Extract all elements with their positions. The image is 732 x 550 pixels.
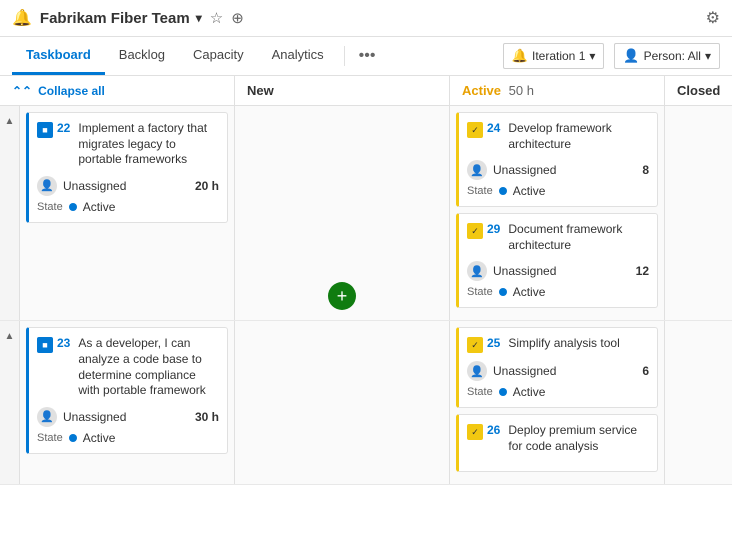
story-card-23[interactable]: ■ 23 As a developer, I can analyze a cod… xyxy=(26,327,228,453)
nav-right: 🔔 Iteration 1 ▾ 👤 Person: All ▾ xyxy=(503,43,720,69)
task-card-26[interactable]: ✓ 26 Deploy premium service for code ana… xyxy=(456,414,658,471)
card-hours: 30 h xyxy=(195,410,219,424)
assignee-label: Unassigned xyxy=(63,179,126,193)
avatar: 👤 xyxy=(467,361,487,381)
nav-analytics[interactable]: Analytics xyxy=(258,37,338,75)
settings-icon[interactable]: ⚙ xyxy=(706,8,720,28)
board-row: ▲ ■ 22 Implement a factory that migrates… xyxy=(0,106,732,321)
state-dot xyxy=(69,203,77,211)
person-chevron-icon: ▾ xyxy=(705,49,711,63)
state-label: State xyxy=(467,386,493,398)
row-toggle-2[interactable]: ▲ xyxy=(0,321,20,483)
card-id: 22 xyxy=(57,121,70,135)
state-dot xyxy=(499,388,507,396)
iteration-chevron-icon: ▾ xyxy=(589,49,595,63)
card-hours: 20 h xyxy=(195,179,219,193)
card-title: Simplify analysis tool xyxy=(508,336,619,352)
active-cell-2: ✓ 25 Simplify analysis tool 👤 Unassigned… xyxy=(450,321,665,483)
board-rows-wrapper: ▲ ■ 22 Implement a factory that migrates… xyxy=(0,106,732,485)
task-icon: ✓ xyxy=(467,337,483,353)
state-text: Active xyxy=(83,431,116,445)
story-cell-1: ■ 22 Implement a factory that migrates l… xyxy=(20,106,235,320)
collapse-icon: ⌃⌃ xyxy=(12,84,32,98)
state-label: State xyxy=(37,432,63,444)
card-title: Document framework architecture xyxy=(508,222,649,253)
task-icon: ✓ xyxy=(467,424,483,440)
iteration-button[interactable]: 🔔 Iteration 1 ▾ xyxy=(503,43,605,69)
assignee-label: Unassigned xyxy=(493,364,556,378)
story-icon: ■ xyxy=(37,122,53,138)
person-filter-button[interactable]: 👤 Person: All ▾ xyxy=(614,43,720,69)
task-card-24[interactable]: ✓ 24 Develop framework architecture 👤 Un… xyxy=(456,112,658,207)
state-text: Active xyxy=(513,285,546,299)
team-name[interactable]: Fabrikam Fiber Team ▾ xyxy=(40,10,202,27)
state-dot xyxy=(499,187,507,195)
card-count: 8 xyxy=(642,163,649,177)
column-header-new: New xyxy=(235,76,450,105)
card-title: As a developer, I can analyze a code bas… xyxy=(78,336,219,398)
card-id: 29 xyxy=(487,222,500,236)
closed-cell-2 xyxy=(665,321,732,483)
collapse-all-label[interactable]: Collapse all xyxy=(38,84,105,98)
avatar: 👤 xyxy=(467,261,487,281)
card-id: 24 xyxy=(487,121,500,135)
nav-more-button[interactable]: ••• xyxy=(351,37,384,75)
person-add-icon[interactable]: ⊕ xyxy=(231,9,244,27)
state-dot xyxy=(69,434,77,442)
column-header-closed: Closed xyxy=(665,76,732,105)
avatar: 👤 xyxy=(37,407,57,427)
card-title: Implement a factory that migrates legacy… xyxy=(78,121,219,168)
assignee-label: Unassigned xyxy=(493,264,556,278)
row-toggle-1[interactable]: ▲ xyxy=(0,106,20,320)
column-headers: ⌃⌃ Collapse all New Active 50 h Closed xyxy=(0,76,732,106)
card-id: 23 xyxy=(57,336,70,350)
nav-capacity[interactable]: Capacity xyxy=(179,37,258,75)
team-chevron-icon: ▾ xyxy=(196,11,202,25)
card-title: Deploy premium service for code analysis xyxy=(508,423,649,454)
task-icon: ✓ xyxy=(467,122,483,138)
state-text: Active xyxy=(513,184,546,198)
board-row-2: ▲ ■ 23 As a developer, I can analyze a c… xyxy=(0,321,732,484)
add-card-button-1[interactable]: + xyxy=(328,282,356,310)
new-cell-1: + xyxy=(235,106,450,320)
active-cell-1: ✓ 24 Develop framework architecture 👤 Un… xyxy=(450,106,665,320)
state-text: Active xyxy=(513,385,546,399)
nav-divider xyxy=(344,46,345,66)
top-bar: 🔔 Fabrikam Fiber Team ▾ ☆ ⊕ ⚙ xyxy=(0,0,732,37)
task-icon: ✓ xyxy=(467,223,483,239)
nav-bar: Taskboard Backlog Capacity Analytics •••… xyxy=(0,37,732,76)
assignee-label: Unassigned xyxy=(63,410,126,424)
state-label: State xyxy=(37,201,63,213)
state-label: State xyxy=(467,185,493,197)
avatar: 👤 xyxy=(37,176,57,196)
story-icon: ■ xyxy=(37,337,53,353)
state-text: Active xyxy=(83,200,116,214)
toolbar-col: ⌃⌃ Collapse all xyxy=(0,76,235,105)
person-filter-icon: 👤 xyxy=(623,48,639,64)
card-id: 25 xyxy=(487,336,500,350)
task-card-25[interactable]: ✓ 25 Simplify analysis tool 👤 Unassigned… xyxy=(456,327,658,408)
new-cell-2 xyxy=(235,321,450,483)
task-card-29[interactable]: ✓ 29 Document framework architecture 👤 U… xyxy=(456,213,658,308)
card-count: 12 xyxy=(636,264,649,278)
iteration-icon: 🔔 xyxy=(512,48,528,64)
assignee-label: Unassigned xyxy=(493,163,556,177)
story-cell-2: ■ 23 As a developer, I can analyze a cod… xyxy=(20,321,235,483)
card-count: 6 xyxy=(642,364,649,378)
card-title: Develop framework architecture xyxy=(508,121,649,152)
team-icon: 🔔 xyxy=(12,8,32,28)
nav-taskboard[interactable]: Taskboard xyxy=(12,37,105,75)
nav-backlog[interactable]: Backlog xyxy=(105,37,179,75)
closed-cell-1 xyxy=(665,106,732,320)
state-dot xyxy=(499,288,507,296)
card-id: 26 xyxy=(487,423,500,437)
column-header-active: Active 50 h xyxy=(450,76,665,105)
avatar: 👤 xyxy=(467,160,487,180)
star-icon[interactable]: ☆ xyxy=(210,9,223,27)
top-bar-right: ⚙ xyxy=(706,8,720,28)
state-label: State xyxy=(467,286,493,298)
story-card-22[interactable]: ■ 22 Implement a factory that migrates l… xyxy=(26,112,228,223)
